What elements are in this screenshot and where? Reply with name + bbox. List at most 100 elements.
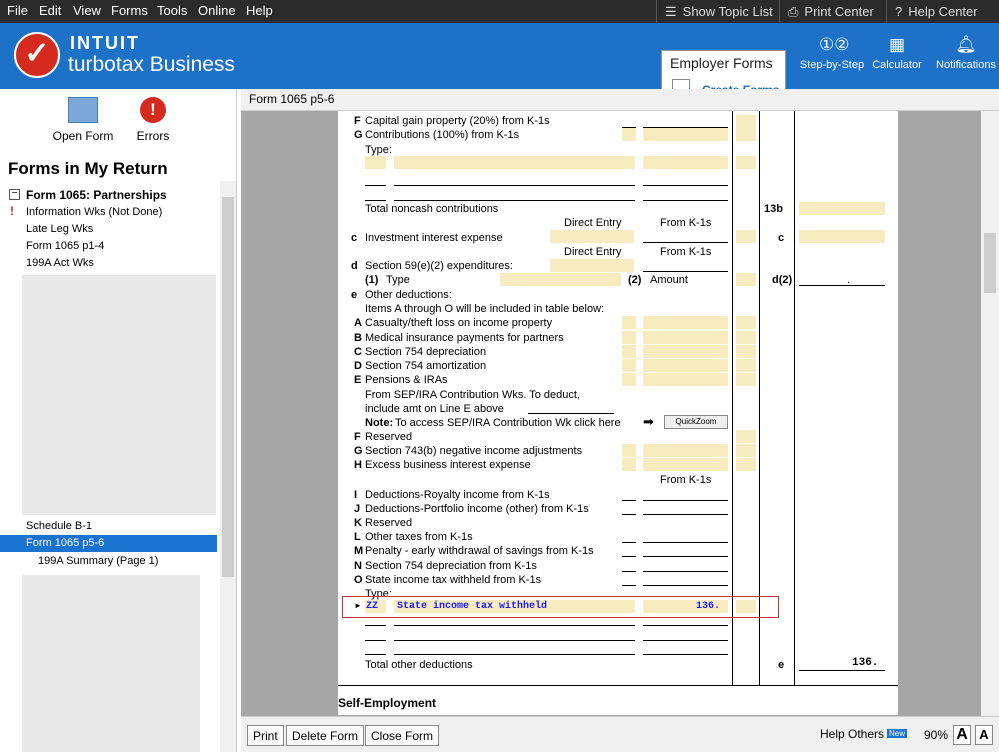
item-e-amount[interactable]	[643, 373, 728, 386]
type-row-7-amount[interactable]	[643, 654, 728, 655]
item-h-yellow[interactable]	[736, 458, 756, 471]
item-o-amount[interactable]	[643, 585, 728, 586]
item-g2-yellow[interactable]	[736, 444, 756, 457]
item-a-yellow[interactable]	[736, 316, 756, 329]
line-d1-type[interactable]	[500, 273, 621, 286]
item-o-code[interactable]	[622, 585, 636, 586]
item-h-code[interactable]	[622, 458, 636, 471]
calculator-button[interactable]: ▦ Calculator	[862, 35, 932, 71]
font-decrease-button[interactable]: A	[975, 725, 993, 745]
form-scroll-thumb[interactable]	[984, 233, 996, 293]
type-row-2-code[interactable]	[365, 185, 386, 186]
menu-forms[interactable]: Forms	[111, 3, 148, 18]
item-c-code[interactable]	[622, 345, 636, 358]
tree-item-information-wks[interactable]: Information Wks (Not Done)	[26, 206, 162, 218]
line-g-yellow[interactable]	[736, 128, 756, 141]
item-b-code[interactable]	[622, 331, 636, 344]
tree-item-schedule-b-1[interactable]: Schedule B-1	[26, 520, 92, 532]
print-button[interactable]: Print	[247, 725, 284, 746]
type-row-6-desc[interactable]	[394, 640, 635, 641]
item-a-amount[interactable]	[643, 316, 728, 329]
close-form-button[interactable]: Close Form	[365, 725, 440, 746]
item-a-code[interactable]	[622, 316, 636, 329]
item-m-code[interactable]	[622, 556, 636, 557]
type-row-5-code[interactable]	[365, 625, 386, 626]
line-c-amount[interactable]	[799, 230, 885, 243]
tree-item-199a-act-wks[interactable]: 199A Act Wks	[26, 257, 94, 269]
item-c-amount[interactable]	[643, 345, 728, 358]
type-row-1-code[interactable]	[365, 156, 386, 169]
print-center-button[interactable]: ⎙ Print Center	[779, 0, 882, 23]
item-b-amount[interactable]	[643, 331, 728, 344]
form-scrollbar[interactable]	[981, 111, 999, 716]
item-l-code[interactable]	[622, 542, 636, 543]
line-d2-amount[interactable]	[799, 285, 885, 286]
tree-item-199a-summary[interactable]: 199A Summary (Page 1)	[38, 555, 158, 567]
item-h-amount[interactable]	[643, 458, 728, 471]
step-by-step-button[interactable]: ①② Step-by-Step	[797, 35, 867, 71]
type-row-6-amount[interactable]	[643, 640, 728, 641]
item-e-yellow[interactable]	[736, 373, 756, 386]
type-row-3-desc[interactable]	[394, 200, 635, 201]
item-e-code[interactable]	[622, 373, 636, 386]
errors-button[interactable]: ! Errors	[130, 97, 176, 143]
open-form-button[interactable]: Open Form	[52, 97, 114, 143]
item-j-amount[interactable]	[643, 514, 728, 515]
line-g-amount[interactable]	[643, 128, 728, 141]
item-d-code[interactable]	[622, 359, 636, 372]
line-d-k1[interactable]	[643, 271, 728, 272]
line-g-code[interactable]	[622, 128, 636, 141]
item-l-amount[interactable]	[643, 542, 728, 543]
help-center-button[interactable]: ? Help Center	[886, 0, 986, 23]
type-row-1-yellow[interactable]	[736, 156, 756, 169]
type-row-7-code[interactable]	[365, 654, 386, 655]
item-n-amount[interactable]	[643, 571, 728, 572]
help-others-link[interactable]: Help Others	[820, 727, 884, 741]
tree-item-form-1065-p5-6[interactable]: Form 1065 p5-6	[26, 537, 104, 549]
type-row-2-amount[interactable]	[643, 185, 728, 186]
tree-group-form-1065[interactable]: Form 1065: Partnerships	[26, 188, 167, 202]
collapse-icon[interactable]: −	[9, 189, 20, 200]
item-n-code[interactable]	[622, 571, 636, 572]
type-row-1-desc[interactable]	[394, 156, 635, 169]
type-row-5-desc[interactable]	[394, 625, 635, 626]
font-increase-button[interactable]: A	[953, 725, 971, 745]
item-d-amount[interactable]	[643, 359, 728, 372]
line-f-yellow[interactable]	[736, 115, 756, 128]
item-f2-yellow[interactable]	[736, 430, 756, 443]
total-other-amount-field[interactable]	[799, 670, 885, 671]
line-c-yellow[interactable]	[736, 230, 756, 243]
quickzoom-button[interactable]: QuickZoom	[664, 415, 728, 429]
menu-edit[interactable]: Edit	[39, 3, 61, 18]
notifications-button[interactable]: 🔔︎ Notifications	[931, 35, 999, 71]
item-g2-code[interactable]	[622, 444, 636, 457]
line-c-direct[interactable]	[550, 230, 634, 243]
type-row-3-amount[interactable]	[643, 200, 728, 201]
sep-amount[interactable]	[528, 413, 614, 414]
type-row-3-code[interactable]	[365, 200, 386, 201]
type-row-1-amount[interactable]	[643, 156, 728, 169]
item-g2-amount[interactable]	[643, 444, 728, 457]
menu-view[interactable]: View	[73, 3, 101, 18]
item-d-yellow[interactable]	[736, 359, 756, 372]
item-i-amount[interactable]	[643, 500, 728, 501]
line-13b-amount[interactable]	[799, 202, 885, 215]
line-d2-yellow[interactable]	[736, 273, 756, 286]
item-b-yellow[interactable]	[736, 331, 756, 344]
line-c-k1[interactable]	[643, 242, 728, 243]
type-row-2-desc[interactable]	[394, 185, 635, 186]
menu-tools[interactable]: Tools	[157, 3, 187, 18]
item-i-code[interactable]	[622, 500, 636, 501]
type-row-6-code[interactable]	[365, 640, 386, 641]
menu-online[interactable]: Online	[198, 3, 236, 18]
item-c-yellow[interactable]	[736, 345, 756, 358]
menu-help[interactable]: Help	[246, 3, 273, 18]
type-row-5-amount[interactable]	[643, 625, 728, 626]
tree-item-late-leg-wks[interactable]: Late Leg Wks	[26, 223, 93, 235]
type-row-7-desc[interactable]	[394, 654, 635, 655]
tree-item-form-1065-p1-4[interactable]: Form 1065 p1-4	[26, 240, 104, 252]
item-m-amount[interactable]	[643, 556, 728, 557]
item-j-code[interactable]	[622, 514, 636, 515]
delete-form-button[interactable]: Delete Form	[286, 725, 365, 746]
line-d-direct[interactable]	[550, 259, 634, 272]
